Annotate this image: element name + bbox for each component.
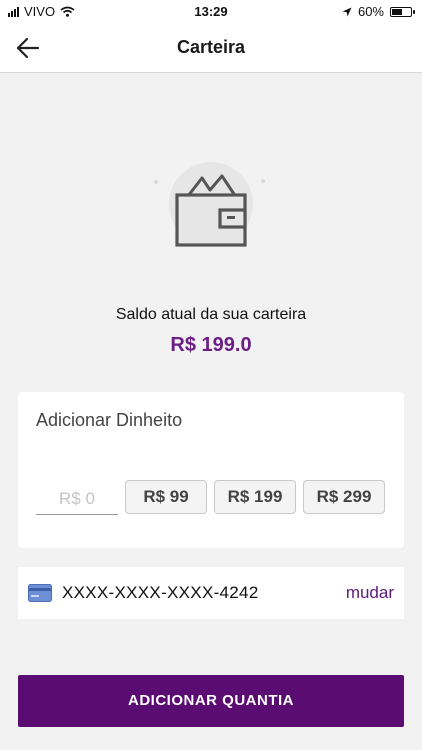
status-bar: VIVO 13:29 60% [0,0,422,24]
preset-amount-button[interactable]: R$ 199 [214,480,296,514]
card-number: XXXX-XXXX-XXXX-4242 [62,583,259,602]
balance-label: Saldo atual da sua carteira [115,306,307,323]
add-money-card: Adicionar Dinheito R$ 99 R$ 199 R$ 299 [18,392,404,548]
amount-input[interactable] [36,484,118,515]
nav-bar: Carteira [0,24,422,73]
credit-card-icon [28,584,52,602]
status-right: 60% [342,4,415,19]
location-arrow-icon [342,7,352,16]
wallet-illustration [150,160,272,260]
wallet-icon [154,162,265,247]
preset-amount-button[interactable]: R$ 99 [125,480,207,514]
battery-percent: 60% [357,4,384,19]
preset-amount-button[interactable]: R$ 299 [303,480,385,514]
payment-method-row: XXXX-XXXX-XXXX-4242 mudar [18,567,404,619]
page-title: Carteira [176,37,246,57]
battery-icon [390,6,415,17]
balance-value: R$ 199.0 [170,334,252,356]
add-money-title: Adicionar Dinheito [36,410,183,430]
battery-level [392,8,402,15]
add-amount-button[interactable]: ADICIONAR QUANTIA [18,675,404,727]
change-card-link[interactable]: mudar [346,583,394,603]
